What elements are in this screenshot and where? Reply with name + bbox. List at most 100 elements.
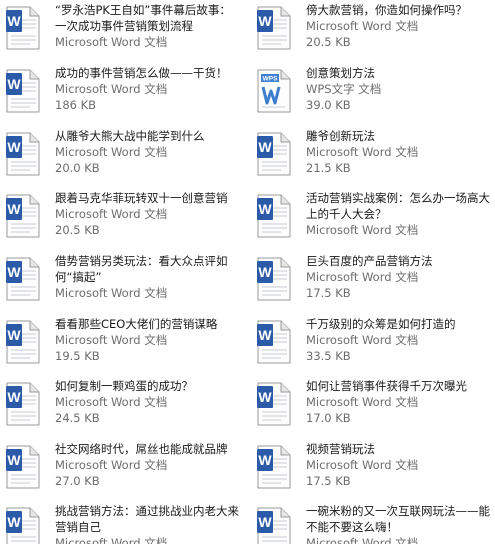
word-document-icon: W bbox=[257, 445, 291, 489]
word-document-icon: W bbox=[257, 382, 291, 426]
word-document-icon: W bbox=[257, 507, 291, 544]
svg-text:W: W bbox=[7, 139, 21, 155]
file-size: 27.0 KB bbox=[55, 474, 100, 488]
file-size: 19.5 KB bbox=[55, 349, 100, 363]
file-name: 千万级别的众筹是如何打造的 bbox=[306, 317, 456, 331]
svg-text:W: W bbox=[258, 514, 272, 530]
word-document-icon: W bbox=[6, 257, 40, 301]
file-item[interactable]: W 看看那些CEO大佬们的营销谋略 Microsoft Word 文档 19.5 K… bbox=[0, 314, 247, 376]
file-size: 20.5 KB bbox=[55, 223, 100, 237]
file-details: 视频营销玩法 Microsoft Word 文档 17.5 KB bbox=[306, 441, 491, 489]
word-document-icon: W bbox=[257, 194, 291, 238]
svg-text:W: W bbox=[258, 13, 272, 29]
file-size: 17.0 KB bbox=[306, 411, 351, 425]
file-details: 从雕爷大熊大战中能学到什么 Microsoft Word 文档 20.0 KB bbox=[55, 128, 240, 176]
file-size: 20.5 KB bbox=[306, 35, 351, 49]
file-details: 如何让营销事件获得千万次曝光 Microsoft Word 文档 17.0 KB bbox=[306, 378, 491, 426]
file-type: Microsoft Word 文档 bbox=[55, 145, 168, 159]
word-document-icon: W bbox=[257, 257, 291, 301]
file-item[interactable]: W 如何让营销事件获得千万次曝光 Microsoft Word 文档 17.0 KB bbox=[251, 376, 495, 438]
file-details: 借势营销另类玩法：看大众点评如何“搞起” Microsoft Word 文档 bbox=[55, 253, 240, 301]
file-details: 成功的事件营销怎么做——干货！ Microsoft Word 文档 186 KB bbox=[55, 65, 240, 113]
wps-document-icon: WPS bbox=[257, 69, 291, 113]
file-name: 创意策划方法 bbox=[306, 66, 375, 80]
file-item[interactable]: WPS 创意策划方法 WPS文字 文档 39.0 KB bbox=[251, 63, 495, 125]
file-name: 看看那些CEO大佬们的营销谋略 bbox=[55, 317, 218, 331]
file-type: Microsoft Word 文档 bbox=[55, 536, 168, 544]
file-name: “罗永浩PK王自如”事件幕后故事：一次成功事件营销策划流程 bbox=[55, 3, 231, 33]
file-details: 一碗米粉的又一次互联网玩法——能不能不要这么嗨！ Microsoft Word 文… bbox=[306, 503, 491, 544]
file-item[interactable]: W 巨头百度的产品营销方法 Microsoft Word 文档 17.5 KB bbox=[251, 251, 495, 313]
file-size: 20.0 KB bbox=[55, 161, 100, 175]
svg-text:W: W bbox=[258, 264, 272, 280]
svg-text:W: W bbox=[7, 327, 21, 343]
file-type: Microsoft Word 文档 bbox=[55, 286, 168, 300]
svg-text:W: W bbox=[7, 76, 21, 92]
file-type: Microsoft Word 文档 bbox=[306, 395, 419, 409]
word-document-icon: W bbox=[6, 194, 40, 238]
file-size: 39.0 KB bbox=[306, 98, 351, 112]
file-type: Microsoft Word 文档 bbox=[55, 395, 168, 409]
word-document-icon: W bbox=[257, 132, 291, 176]
svg-text:W: W bbox=[258, 327, 272, 343]
file-item[interactable]: W 社交网络时代，屌丝也能成就品牌 Microsoft Word 文档 27.0 K… bbox=[0, 439, 247, 501]
file-details: 社交网络时代，屌丝也能成就品牌 Microsoft Word 文档 27.0 KB bbox=[55, 441, 240, 489]
svg-text:W: W bbox=[258, 201, 272, 217]
file-name: 如何复制一颗鸡蛋的成功？ bbox=[55, 379, 193, 393]
file-type: Microsoft Word 文档 bbox=[55, 333, 168, 347]
file-type: Microsoft Word 文档 bbox=[306, 536, 419, 544]
word-document-icon: W bbox=[6, 320, 40, 364]
file-item[interactable]: W 视频营销玩法 Microsoft Word 文档 17.5 KB bbox=[251, 439, 495, 501]
svg-text:W: W bbox=[258, 389, 272, 405]
svg-text:W: W bbox=[258, 139, 272, 155]
file-name: 社交网络时代，屌丝也能成就品牌 bbox=[55, 442, 228, 456]
word-document-icon: W bbox=[6, 132, 40, 176]
file-type: Microsoft Word 文档 bbox=[55, 458, 168, 472]
file-type: Microsoft Word 文档 bbox=[55, 207, 168, 221]
word-document-icon: W bbox=[257, 320, 291, 364]
file-type: Microsoft Word 文档 bbox=[306, 270, 419, 284]
svg-text:WPS: WPS bbox=[263, 76, 278, 83]
file-details: 活动营销实战案例：怎么办一场高大上的千人大会？ Microsoft Word 文档 bbox=[306, 190, 491, 238]
file-size: 21.5 KB bbox=[306, 161, 351, 175]
file-item[interactable]: W 借势营销另类玩法：看大众点评如何“搞起” Microsoft Word 文档 bbox=[0, 251, 247, 313]
file-name: 一碗米粉的又一次互联网玩法——能不能不要这么嗨！ bbox=[306, 504, 490, 534]
file-details: 巨头百度的产品营销方法 Microsoft Word 文档 17.5 KB bbox=[306, 253, 491, 301]
word-document-icon: W bbox=[257, 6, 291, 50]
file-name: 跟着马克华菲玩转双十一创意营销 bbox=[55, 191, 228, 205]
file-name: 借势营销另类玩法：看大众点评如何“搞起” bbox=[55, 254, 228, 284]
file-grid: W “罗永浩PK王自如”事件幕后故事：一次成功事件营销策划流程 Microsoft… bbox=[0, 0, 495, 544]
file-details: 傍大款营销，你造如何操作吗？ Microsoft Word 文档 20.5 KB bbox=[306, 2, 491, 50]
file-item[interactable]: W 活动营销实战案例：怎么办一场高大上的千人大会？ Microsoft Word … bbox=[251, 188, 495, 250]
svg-text:W: W bbox=[7, 389, 21, 405]
file-type: Microsoft Word 文档 bbox=[306, 333, 419, 347]
file-item[interactable]: W 成功的事件营销怎么做——干货！ Microsoft Word 文档 186 KB bbox=[0, 63, 247, 125]
file-details: 创意策划方法 WPS文字 文档 39.0 KB bbox=[306, 65, 491, 113]
file-item[interactable]: W 跟着马克华菲玩转双十一创意营销 Microsoft Word 文档 20.5 K… bbox=[0, 188, 247, 250]
file-item[interactable]: W 雕爷创新玩法 Microsoft Word 文档 21.5 KB bbox=[251, 126, 495, 188]
file-size: 33.5 KB bbox=[306, 349, 351, 363]
file-details: 如何复制一颗鸡蛋的成功？ Microsoft Word 文档 24.5 KB bbox=[55, 378, 240, 426]
file-item[interactable]: W 从雕爷大熊大战中能学到什么 Microsoft Word 文档 20.0 KB bbox=[0, 126, 247, 188]
file-name: 巨头百度的产品营销方法 bbox=[306, 254, 433, 268]
file-name: 如何让营销事件获得千万次曝光 bbox=[306, 379, 467, 393]
word-document-icon: W bbox=[6, 507, 40, 544]
file-type: Microsoft Word 文档 bbox=[55, 82, 168, 96]
word-document-icon: W bbox=[6, 445, 40, 489]
file-type: WPS文字 文档 bbox=[306, 82, 382, 96]
file-type: Microsoft Word 文档 bbox=[306, 458, 419, 472]
file-details: 跟着马克华菲玩转双十一创意营销 Microsoft Word 文档 20.5 KB bbox=[55, 190, 240, 238]
word-document-icon: W bbox=[6, 6, 40, 50]
file-item[interactable]: W 千万级别的众筹是如何打造的 Microsoft Word 文档 33.5 KB bbox=[251, 314, 495, 376]
svg-text:W: W bbox=[7, 514, 21, 530]
svg-text:W: W bbox=[7, 264, 21, 280]
file-item[interactable]: W 一碗米粉的又一次互联网玩法——能不能不要这么嗨！ Microsoft Word… bbox=[251, 501, 495, 544]
file-item[interactable]: W 如何复制一颗鸡蛋的成功？ Microsoft Word 文档 24.5 KB bbox=[0, 376, 247, 438]
file-item[interactable]: W 挑战营销方法：通过挑战业内老大来营销自己 Microsoft Word 文档 bbox=[0, 501, 247, 544]
file-item[interactable]: W “罗永浩PK王自如”事件幕后故事：一次成功事件营销策划流程 Microsoft… bbox=[0, 0, 247, 62]
file-details: 千万级别的众筹是如何打造的 Microsoft Word 文档 33.5 KB bbox=[306, 316, 491, 364]
file-item[interactable]: W 傍大款营销，你造如何操作吗？ Microsoft Word 文档 20.5 KB bbox=[251, 0, 495, 62]
file-name: 视频营销玩法 bbox=[306, 442, 375, 456]
file-name: 雕爷创新玩法 bbox=[306, 129, 375, 143]
file-name: 成功的事件营销怎么做——干货！ bbox=[55, 66, 228, 80]
